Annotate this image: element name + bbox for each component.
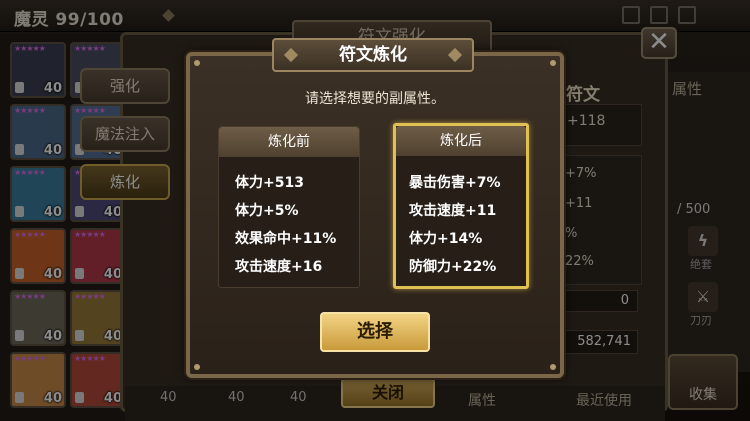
stat-line: 体力+5% [235,203,299,219]
select-button[interactable]: 选择 [320,312,430,352]
stat-line: 攻击速度+11 [409,203,497,219]
game-screen: 魔灵 99/100 ★★★★★40 ★★★★★40 ★★★★★40 ★★★★★4… [0,0,750,421]
stat-line: 体力+513 [235,175,304,191]
option-after[interactable]: 炼化后 暴击伤害+7% 攻击速度+11 体力+14% 防御力+22% [393,123,529,289]
corner-rivet-icon [194,364,200,370]
stat-line: 暴击伤害+7% [409,175,501,191]
option-after-header: 炼化后 [396,126,526,156]
stat-line: 体力+14% [409,231,483,247]
stat-line: 效果命中+11% [235,231,337,247]
corner-rivet-icon [550,60,556,66]
modal-title-bar: 符文炼化 [272,38,474,72]
option-before[interactable]: 炼化前 体力+513 体力+5% 效果命中+11% 攻击速度+16 [218,126,360,288]
modal-prompt: 请选择想要的副属性。 [305,91,445,107]
option-before-header: 炼化前 [219,127,359,157]
stat-line: 攻击速度+16 [235,259,323,275]
corner-rivet-icon [550,364,556,370]
corner-rivet-icon [194,60,200,66]
modal-title: 符文炼化 [339,45,407,65]
gem-ornament-icon [283,47,299,63]
stat-line: 防御力+22% [409,259,497,275]
gem-ornament-icon [447,47,463,63]
